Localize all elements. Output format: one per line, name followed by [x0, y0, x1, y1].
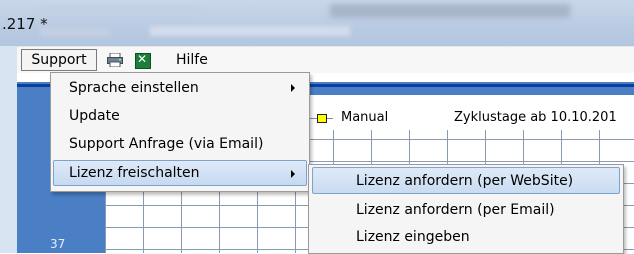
blurred-title-content [40, 6, 200, 15]
blurred-title-content [330, 4, 570, 18]
menu-item-label: Update [69, 108, 120, 124]
menu-support[interactable]: Support [21, 49, 97, 71]
menu-item-label: Sprache einstellen [69, 80, 199, 96]
menu-item-support-anfrage[interactable]: Support Anfrage (via Email) [53, 132, 307, 156]
legend-swatch-manual [317, 114, 327, 123]
window-title: .217 * [2, 15, 48, 33]
legend-row: it Manual Zyklustage ab 10.10.201 [295, 106, 634, 130]
printer-icon[interactable] [107, 52, 123, 68]
submenu-arrow-icon [291, 84, 295, 92]
submenu-item-lizenz-eingeben[interactable]: Lizenz eingeben [312, 225, 620, 249]
menu-item-update[interactable]: Update [53, 104, 307, 128]
title-bar: .217 * [0, 0, 634, 46]
submenu-item-lizenz-email[interactable]: Lizenz anfordern (per Email) [312, 198, 620, 222]
legend-manual-label: Manual [341, 110, 389, 125]
blurred-title-content [150, 26, 350, 36]
submenu-item-label: Lizenz anfordern (per Email) [356, 202, 555, 218]
blurred-title-content [40, 28, 110, 36]
support-dropdown-menu: Sprache einstellen Update Support Anfrag… [50, 72, 310, 192]
menu-hilfe[interactable]: Hilfe [176, 50, 208, 70]
menu-item-label: Lizenz freischalten [69, 165, 200, 181]
excel-icon[interactable] [135, 52, 151, 69]
submenu-item-lizenz-website[interactable]: Lizenz anfordern (per WebSite) [312, 167, 620, 194]
legend-zyklus-label: Zyklustage ab 10.10.201 [454, 110, 617, 125]
submenu-arrow-icon [291, 170, 295, 178]
menu-item-label: Support Anfrage (via Email) [69, 136, 264, 152]
menu-bar: Support Hilfe [17, 46, 634, 73]
license-submenu: Lizenz anfordern (per WebSite) Lizenz an… [308, 164, 624, 254]
menu-item-lizenz-freischalten[interactable]: Lizenz freischalten [53, 160, 307, 186]
menu-item-sprache-einstellen[interactable]: Sprache einstellen [53, 76, 307, 100]
submenu-item-label: Lizenz anfordern (per WebSite) [356, 173, 574, 189]
row-number: 37 [50, 237, 66, 251]
submenu-item-label: Lizenz eingeben [356, 229, 470, 245]
left-panel-strip [0, 46, 17, 253]
